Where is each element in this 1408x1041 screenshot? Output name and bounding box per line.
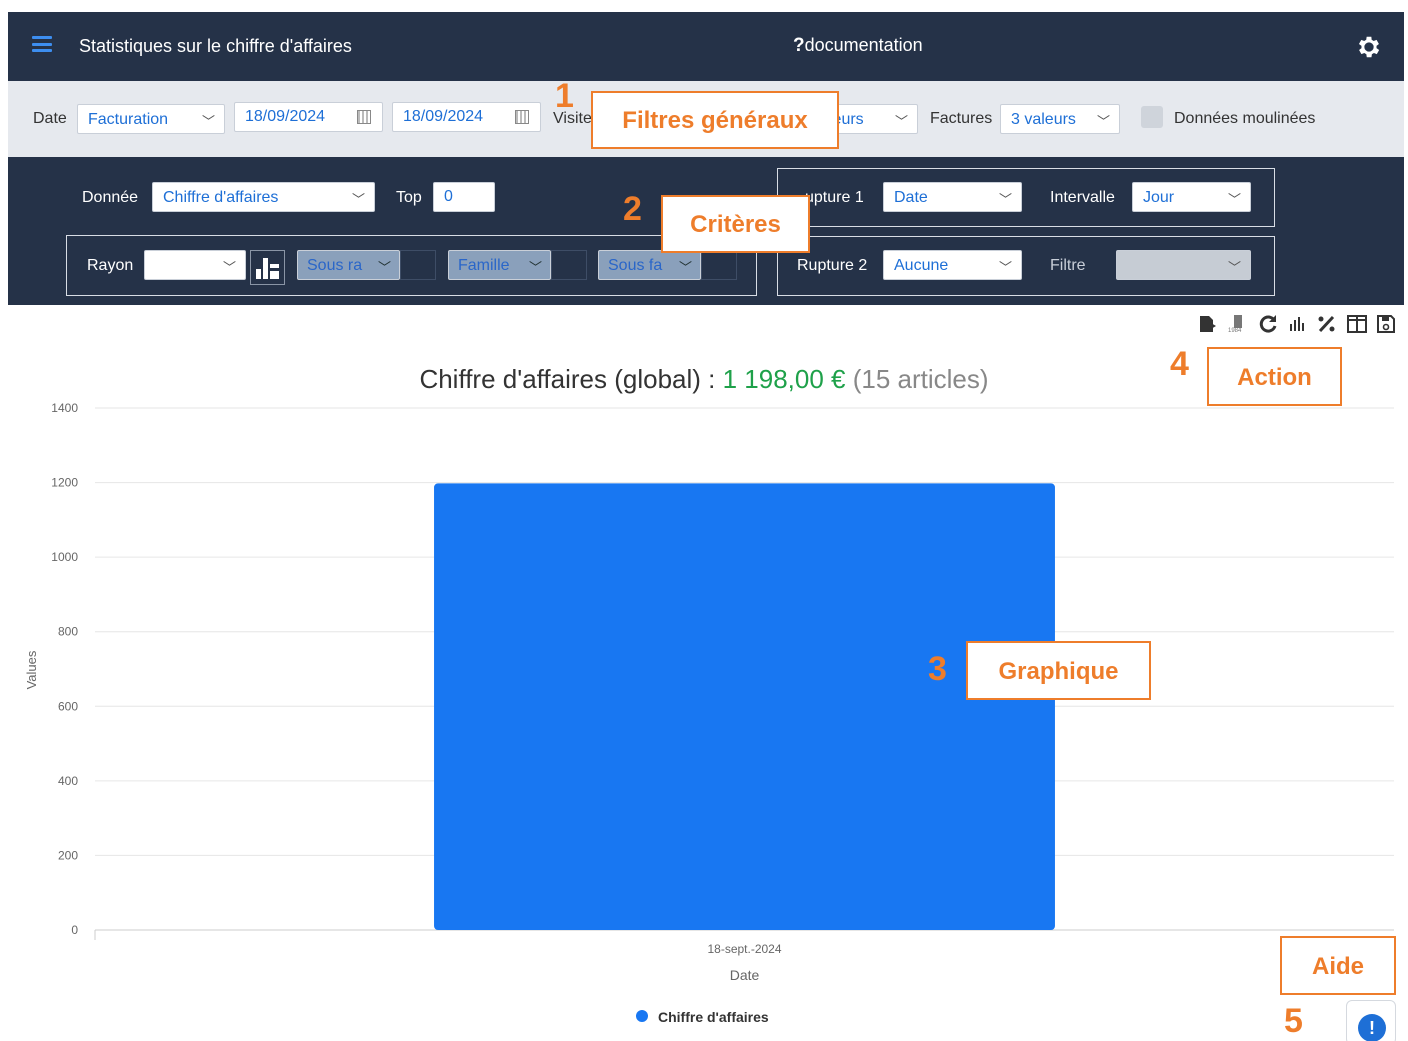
y-tick-label: 1200	[51, 476, 78, 490]
legend-marker	[636, 1010, 648, 1022]
bar-chart: 0 200 400 600 800 1000 1200 1400 18-sept.-2024 Da…	[24, 401, 1394, 1025]
annotation-number-2: 2	[623, 190, 642, 228]
y-tick-label: 1000	[51, 550, 78, 564]
annotation-number-3: 3	[928, 650, 947, 688]
y-axis-label: Values	[24, 650, 39, 689]
annotation-action: Action	[1207, 347, 1342, 406]
legend-label: Chiffre d'affaires	[658, 1009, 769, 1025]
x-tick-label: 18-sept.-2024	[707, 942, 781, 956]
y-tick-label: 200	[58, 848, 78, 862]
y-tick-label: 600	[58, 699, 78, 713]
chart-bar	[434, 483, 1055, 930]
app-root: Statistiques sur le chiffre d'affaires ?…	[0, 0, 1408, 1041]
annotation-number-4: 4	[1170, 345, 1189, 383]
annotation-criteres: Critères	[661, 195, 810, 253]
y-tick-label: 0	[71, 923, 78, 937]
x-axis-label: Date	[730, 967, 760, 983]
annotation-graphique: Graphique	[966, 641, 1151, 700]
annotation-filtres-generaux: Filtres généraux	[591, 91, 839, 149]
annotation-number-1: 1	[555, 77, 574, 115]
y-tick-label: 400	[58, 774, 78, 788]
y-tick-label: 800	[58, 625, 78, 639]
annotation-number-5: 5	[1284, 1002, 1303, 1040]
help-button[interactable]: !	[1346, 1000, 1396, 1041]
y-tick-label: 1400	[51, 401, 78, 415]
annotation-aide: Aide	[1280, 936, 1396, 995]
info-icon: !	[1358, 1014, 1386, 1041]
